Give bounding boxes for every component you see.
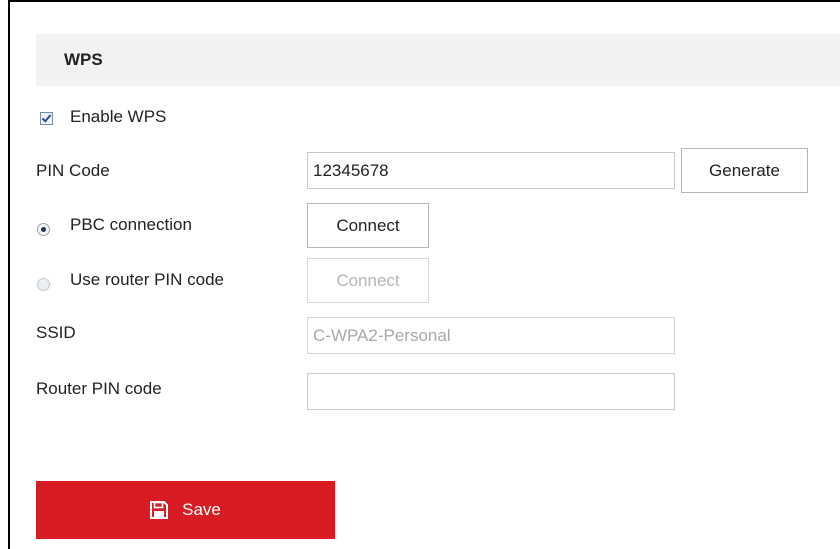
floppy-disk-icon (150, 501, 169, 519)
section-header: WPS (36, 34, 840, 86)
pin-code-label: PIN Code (36, 161, 110, 180)
enable-wps-label: Enable WPS (70, 107, 167, 126)
router-pin-connect-button[interactable]: Connect (307, 258, 429, 303)
generate-button[interactable]: Generate (681, 148, 808, 193)
router-pin-code-field[interactable] (307, 373, 675, 410)
pin-code-field[interactable]: 12345678 (307, 152, 675, 189)
section-title: WPS (64, 50, 103, 69)
ssid-label: SSID (36, 323, 76, 342)
pbc-connection-radio[interactable] (37, 223, 50, 236)
router-pin-option-label: Use router PIN code (70, 270, 225, 289)
enable-wps-checkbox[interactable] (40, 112, 53, 125)
router-pin-radio[interactable] (37, 278, 50, 291)
pbc-connect-button[interactable]: Connect (307, 203, 429, 248)
ssid-field[interactable]: C-WPA2-Personal (307, 317, 675, 354)
save-label: Save (182, 500, 221, 519)
save-button[interactable]: Save (36, 481, 335, 539)
router-pin-code-label: Router PIN code (36, 379, 162, 398)
pbc-connection-label: PBC connection (70, 215, 192, 234)
